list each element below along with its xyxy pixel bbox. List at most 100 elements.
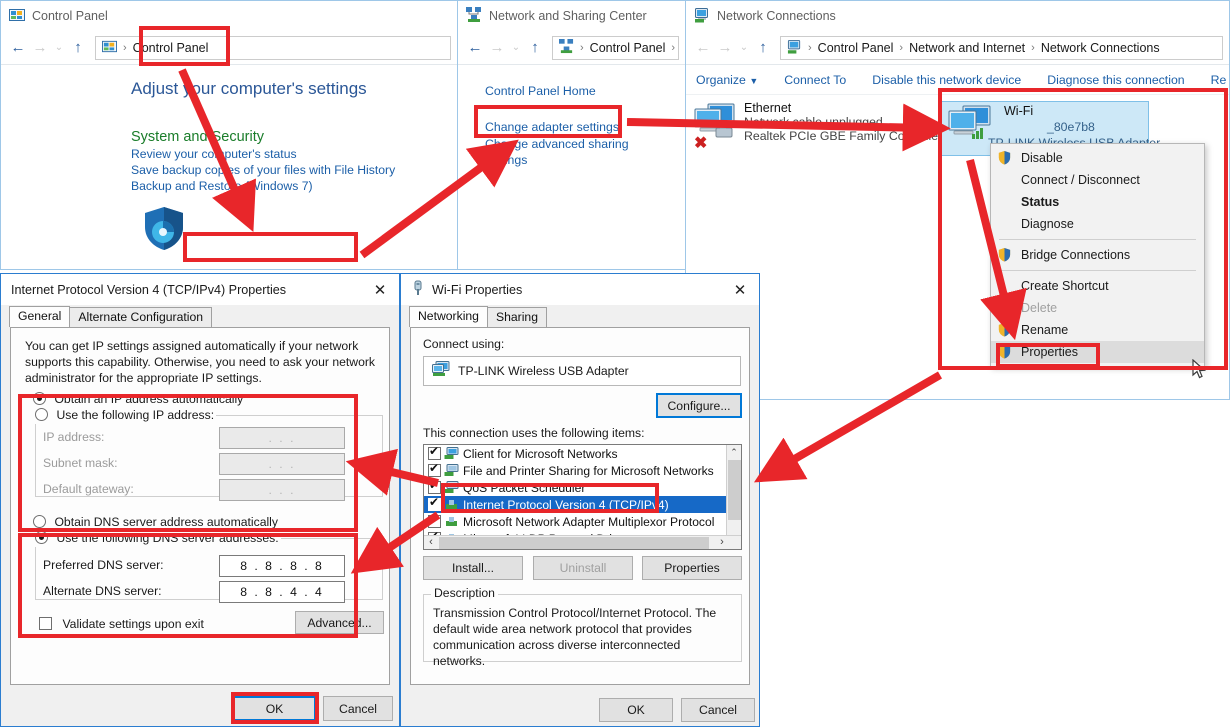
network-adapter-icon [432,360,450,382]
network-sharing-center-window: Network and Sharing Center ← → ⌄ ↑ › Con… [457,0,686,270]
connection-device: Realtek PCIe GBE Family Controller [744,129,943,143]
breadcrumb-item-network-and-internet[interactable]: Network and Internet [909,41,1025,55]
nc-titlebar: Network Connections [686,1,1229,31]
checkbox-protocol[interactable] [429,546,439,549]
wifiprops-cancel-button[interactable]: Cancel [681,698,755,722]
protocol-list[interactable]: Client for Microsoft Networks File and P… [423,444,742,550]
properties-button[interactable]: Properties [642,556,742,580]
ipv4-manual-radio-row[interactable]: Use the following IP address: [33,406,217,424]
control-panel-navbar: ← → ⌄ ↑ › Control Panel [1,31,457,65]
scroll-right-icon[interactable]: › [715,536,729,549]
back-icon[interactable]: ← [7,37,29,59]
menu-item-diagnose[interactable]: Diagnose [991,213,1204,235]
validate-settings-row[interactable]: Validate settings upon exit [39,615,204,633]
connection-item-ethernet[interactable]: Ethernet Network cable unplugged Realtek… [694,101,944,152]
back-icon: ← [695,39,711,56]
input-subnet-mask[interactable]: . . . [219,453,345,475]
checkbox-protocol[interactable] [428,515,441,528]
toolbar-connect-to[interactable]: Connect To [784,73,846,87]
protocol-row-4[interactable]: Microsoft Network Adapter Multiplexor Pr… [424,513,741,530]
label-connect-using: Connect using: [423,337,505,351]
protocol-icon [444,464,459,477]
ipv4-ok-button[interactable]: OK [233,696,316,721]
up-icon[interactable]: ↑ [752,37,774,59]
control-panel-breadcrumb[interactable]: › Control Panel [95,35,451,60]
install-button[interactable]: Install... [423,556,523,580]
advanced-button[interactable]: Advanced... [295,611,384,634]
nsc-link-change-adapter-settings[interactable]: Change adapter settings [485,119,685,136]
toolbar-disable-device[interactable]: Disable this network device [872,73,1021,87]
adapter-name: TP-LINK Wireless USB Adapter [458,364,629,378]
label-connection-items: This connection uses the following items… [423,426,645,440]
connection-status: _80e7b8 [1047,120,1095,134]
breadcrumb-item-control-panel[interactable]: Control Panel [818,41,894,55]
close-icon[interactable]: ✕ [367,277,393,303]
red-x-icon: ✖ [694,135,708,152]
cp-link-review-status[interactable]: Review your computer's status [131,146,395,162]
tab-general[interactable]: General [9,306,71,327]
up-icon[interactable]: ↑ [67,37,89,59]
nc-breadcrumb[interactable]: › Control Panel › Network and Internet ›… [780,35,1223,60]
nsc-breadcrumb[interactable]: › Control Panel › [552,35,679,60]
radio-obtain-ip-automatically[interactable] [33,392,46,405]
protocol-row-2[interactable]: QoS Packet Scheduler [424,478,741,496]
tab-networking[interactable]: Networking [409,306,488,327]
ipv4-cancel-button[interactable]: Cancel [323,696,393,721]
nsc-link-control-panel-home[interactable]: Control Panel Home [485,83,685,100]
cp-link-backup-restore[interactable]: Backup and Restore (Windows 7) [131,178,395,194]
menu-item-create-shortcut[interactable]: Create Shortcut [991,275,1204,297]
recent-locations-chevron-icon[interactable]: ⌄ [51,37,67,59]
close-icon[interactable]: ✕ [727,277,753,303]
protocol-row-0[interactable]: Client for Microsoft Networks [424,445,741,462]
nsc-navbar: ← → ⌄ ↑ › Control Panel › [458,31,685,65]
tab-alternate-configuration[interactable]: Alternate Configuration [69,307,213,327]
input-alternate-dns[interactable]: 8 . 8 . 4 . 4 [219,581,345,603]
tab-sharing[interactable]: Sharing [486,307,547,327]
protocol-row-1[interactable]: File and Printer Sharing for Microsoft N… [424,461,741,479]
recent-locations-chevron-icon[interactable]: ⌄ [508,37,524,59]
input-ip-address[interactable]: . . . [219,427,345,449]
radio-obtain-dns-automatically[interactable] [33,515,46,528]
nsc-link-change-advanced-sharing[interactable]: Change advanced sharing settings [485,136,631,168]
radio-use-following-dns[interactable] [35,531,48,544]
radio-use-following-ip[interactable] [35,408,48,421]
checkbox-protocol[interactable] [428,445,441,460]
back-icon[interactable]: ← [464,37,486,59]
forward-icon: → [32,39,48,56]
wifiprops-ok-button[interactable]: OK [599,698,673,722]
menu-item-disable[interactable]: Disable [991,147,1204,169]
checkbox-protocol[interactable] [428,478,441,494]
protocol-list-hscrollbar[interactable]: ‹ › [424,535,741,549]
breadcrumb-item-control-panel[interactable]: Control Panel [590,41,666,55]
checkbox-validate-settings[interactable] [39,617,52,630]
dns-manual-radio-row[interactable]: Use the following DNS server addresses: [33,529,281,547]
scroll-left-icon[interactable]: ‹ [424,536,438,549]
label-ip-address: IP address: [43,430,105,444]
toolbar-diagnose-connection[interactable]: Diagnose this connection [1047,73,1184,87]
checkbox-protocol[interactable] [428,495,441,511]
breadcrumb-item-control-panel[interactable]: Control Panel [133,41,209,55]
toolbar-rename-truncated[interactable]: Re [1211,73,1227,87]
checkbox-protocol[interactable] [428,461,441,477]
scroll-thumb[interactable] [728,460,741,520]
menu-item-label: Create Shortcut [1021,279,1109,293]
input-default-gateway[interactable]: . . . [219,479,345,501]
protocol-row-3[interactable]: Internet Protocol Version 4 (TCP/IPv4) [424,495,741,513]
up-icon[interactable]: ↑ [524,37,546,59]
recent-locations-chevron-icon[interactable]: ⌄ [736,37,752,59]
menu-item-rename[interactable]: Rename [991,319,1204,341]
network-connections-icon [694,7,710,26]
menu-item-bridge-connections[interactable]: Bridge Connections [991,244,1204,266]
scroll-up-icon[interactable]: ⌃ [727,445,741,459]
configure-button[interactable]: Configure... [656,393,742,418]
category-title[interactable]: System and Security [131,129,395,145]
cp-link-file-history[interactable]: Save backup copies of your files with Fi… [131,162,395,178]
toolbar-organize[interactable]: Organize ▼ [696,73,758,87]
menu-item-status[interactable]: Status [991,191,1204,213]
breadcrumb-item-network-connections[interactable]: Network Connections [1041,41,1160,55]
hscroll-thumb[interactable] [439,537,709,549]
input-preferred-dns[interactable]: 8 . 8 . 8 . 8 [219,555,345,577]
menu-item-connect-disconnect[interactable]: Connect / Disconnect [991,169,1204,191]
menu-item-properties[interactable]: Properties [991,341,1204,363]
connection-name: Wi-Fi [1004,104,1034,118]
